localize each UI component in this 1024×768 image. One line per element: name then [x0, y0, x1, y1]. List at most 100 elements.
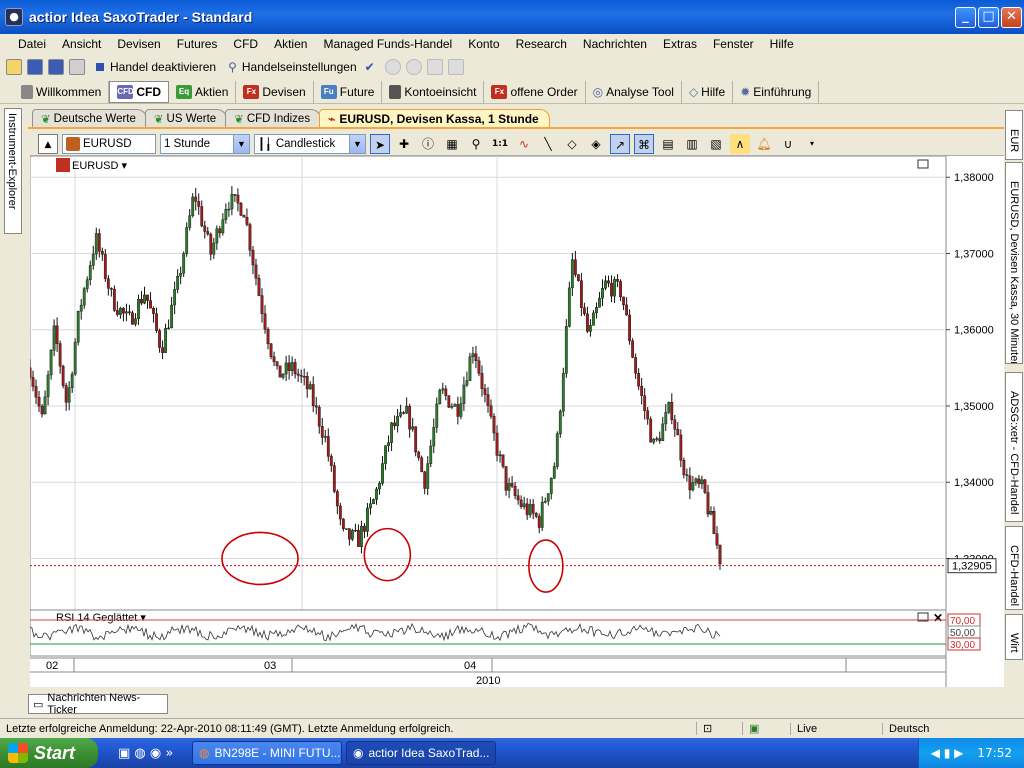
check-icon[interactable]: ✔ — [365, 60, 375, 74]
menu-item[interactable]: Research — [508, 37, 575, 51]
trade-settings-button[interactable]: Handelseinstellungen — [242, 60, 357, 74]
nav-cfd[interactable]: CFD CFD — [109, 80, 170, 103]
start-button[interactable]: Start — [0, 738, 98, 768]
pointer-tool-icon[interactable]: ➤ — [370, 133, 390, 154]
menu-item[interactable]: Futures — [169, 37, 226, 51]
grid-icon[interactable]: ▦ — [442, 134, 462, 154]
menu-item[interactable]: Ansicht — [54, 37, 109, 51]
tab-deutsche-werte[interactable]: ❦ Deutsche Werte — [32, 109, 147, 127]
tray-icons[interactable]: ◀ ▮ ▶ — [931, 746, 964, 760]
trade-off-button[interactable]: Handel deaktivieren — [110, 60, 216, 74]
menu-item[interactable]: Nachrichten — [575, 37, 655, 51]
right-tab-eurusd-30min[interactable]: EURUSD, Devisen Kassa, 30 Minuten — [1005, 162, 1023, 364]
template-icon[interactable]: ▥ — [682, 134, 702, 154]
indicator-icon[interactable]: ∿ — [514, 134, 534, 154]
eurusd-candlestick-chart[interactable]: 1,380001,370001,360001,350001,340001,330… — [30, 156, 1004, 687]
menu-item[interactable]: Devisen — [109, 37, 168, 51]
candle-body — [537, 516, 541, 528]
back-icon[interactable] — [384, 59, 401, 75]
chart-style-select[interactable]: ┃╽ Candlestick ▼ — [254, 133, 366, 154]
nav-offene-order[interactable]: Fx offene Order — [484, 80, 586, 103]
home-icon[interactable] — [426, 59, 443, 75]
menu-item[interactable]: Aktien — [266, 37, 315, 51]
instrument-explorer-tab[interactable]: Instrument-Explorer — [4, 108, 22, 234]
candle-body — [528, 504, 532, 516]
collapse-icon[interactable]: ▲ — [38, 133, 58, 154]
menu-item[interactable]: Extras — [655, 37, 705, 51]
line-tool-icon[interactable]: ╲ — [538, 134, 558, 154]
taskbar-item-firefox[interactable]: ◍ BN298E - MINI FUTU... — [192, 741, 342, 765]
signal-icon[interactable]: ∧ — [730, 133, 750, 154]
nav-label: Willkommen — [36, 84, 102, 99]
menu-item[interactable]: Konto — [460, 37, 507, 51]
chart-area[interactable]: 1,380001,370001,360001,350001,340001,330… — [30, 156, 1004, 687]
candle-body — [703, 479, 707, 493]
magnet-icon[interactable]: ∪ — [778, 134, 798, 154]
right-tab-wirt[interactable]: Wirt — [1005, 614, 1023, 660]
taskbar-item-saxotrader[interactable]: ◉ actior Idea SaxoTrad... — [346, 741, 496, 765]
candle-body — [474, 353, 478, 361]
right-tab-eur[interactable]: EUR — [1005, 110, 1023, 160]
eraser-icon[interactable]: ◇ — [562, 134, 582, 154]
nav-einfuehrung[interactable]: ✹ Einführung — [733, 80, 820, 103]
scale-icon[interactable]: 1:1 — [490, 134, 510, 154]
candle-body — [284, 362, 288, 375]
candle-body — [293, 362, 297, 375]
candle-body — [643, 395, 647, 411]
nav-future[interactable]: Fu Future — [314, 80, 383, 103]
nav-hilfe[interactable]: ◇ Hilfe — [682, 80, 734, 103]
save-all-icon[interactable] — [48, 59, 64, 75]
right-tab-adsg[interactable]: ADSG:xetr - CFD-Handel — [1005, 372, 1023, 522]
windows-logo-icon — [8, 743, 28, 763]
close-button[interactable]: ✕ — [1001, 7, 1022, 28]
symbol-value: EURUSD — [83, 137, 132, 150]
firefox-icon: ◍ — [199, 746, 210, 760]
nav-aktien[interactable]: Eq Aktien — [169, 80, 237, 103]
candle-body — [540, 502, 544, 528]
symbol-field[interactable]: EURUSD — [62, 133, 156, 154]
auto-scale-icon[interactable]: ↗ — [610, 133, 630, 154]
alarm-icon[interactable]: 🔔︎ — [754, 134, 774, 154]
interval-select[interactable]: 1 Stunde ▼ — [160, 133, 250, 154]
menu-item[interactable]: Fenster — [705, 37, 762, 51]
menu-item[interactable]: Managed Funds-Handel — [315, 37, 460, 51]
copy-icon[interactable]: ▤ — [658, 134, 678, 154]
more-icon[interactable]: ▾ — [802, 134, 822, 154]
info-icon[interactable]: ⓘ — [418, 134, 438, 154]
maximize-button[interactable]: □ — [978, 7, 999, 28]
nav-devisen[interactable]: Fx Devisen — [236, 80, 314, 103]
minimize-button[interactable]: _ — [955, 7, 976, 28]
tab-label: Instrument-Explorer — [6, 113, 18, 210]
link-icon[interactable]: ⌘ — [634, 133, 654, 154]
open-folder-icon[interactable] — [6, 59, 22, 75]
tab-us-werte[interactable]: ❦ US Werte — [144, 109, 228, 127]
refresh-icon[interactable] — [447, 59, 464, 75]
menu-item[interactable]: Datei — [10, 37, 54, 51]
nav-label: Kontoeinsicht — [404, 84, 477, 99]
candle-body — [161, 347, 164, 353]
menu-item[interactable]: CFD — [225, 37, 266, 51]
right-tab-cfd-handel[interactable]: CFD-Handel — [1005, 526, 1023, 610]
candle-body — [103, 254, 107, 279]
news-ticker-tab[interactable]: ▭ Nachrichten News-Ticker — [28, 692, 168, 716]
forward-icon[interactable] — [405, 59, 422, 75]
menu-item[interactable]: Hilfe — [762, 37, 802, 51]
quicklaunch-icons[interactable]: ▣ ◍ ◉ » — [118, 746, 188, 761]
candle-body — [351, 530, 354, 540]
print-icon[interactable] — [69, 59, 85, 75]
layout-icon[interactable]: ▧ — [706, 134, 726, 154]
nav-kontoeinsicht[interactable]: Kontoeinsicht — [382, 80, 485, 103]
crosshair-icon[interactable]: ✚ — [394, 134, 414, 154]
tab-eurusd-chart[interactable]: ⌁ EURUSD, Devisen Kassa, 1 Stunde — [319, 109, 550, 127]
nav-willkommen[interactable]: Willkommen — [14, 80, 110, 103]
candle-body — [308, 384, 312, 390]
candle-body — [287, 362, 291, 371]
eraser-all-icon[interactable]: ◈ — [586, 134, 606, 154]
candle-body — [40, 405, 44, 415]
nav-analyse-tool[interactable]: ◎ Analyse Tool — [586, 80, 682, 103]
candle-body — [625, 304, 628, 316]
tab-cfd-indizes[interactable]: ❦ CFD Indizes — [225, 109, 322, 127]
zoom-icon[interactable]: ⚲ — [466, 134, 486, 154]
save-icon[interactable] — [27, 59, 43, 75]
candle-body — [534, 513, 538, 517]
